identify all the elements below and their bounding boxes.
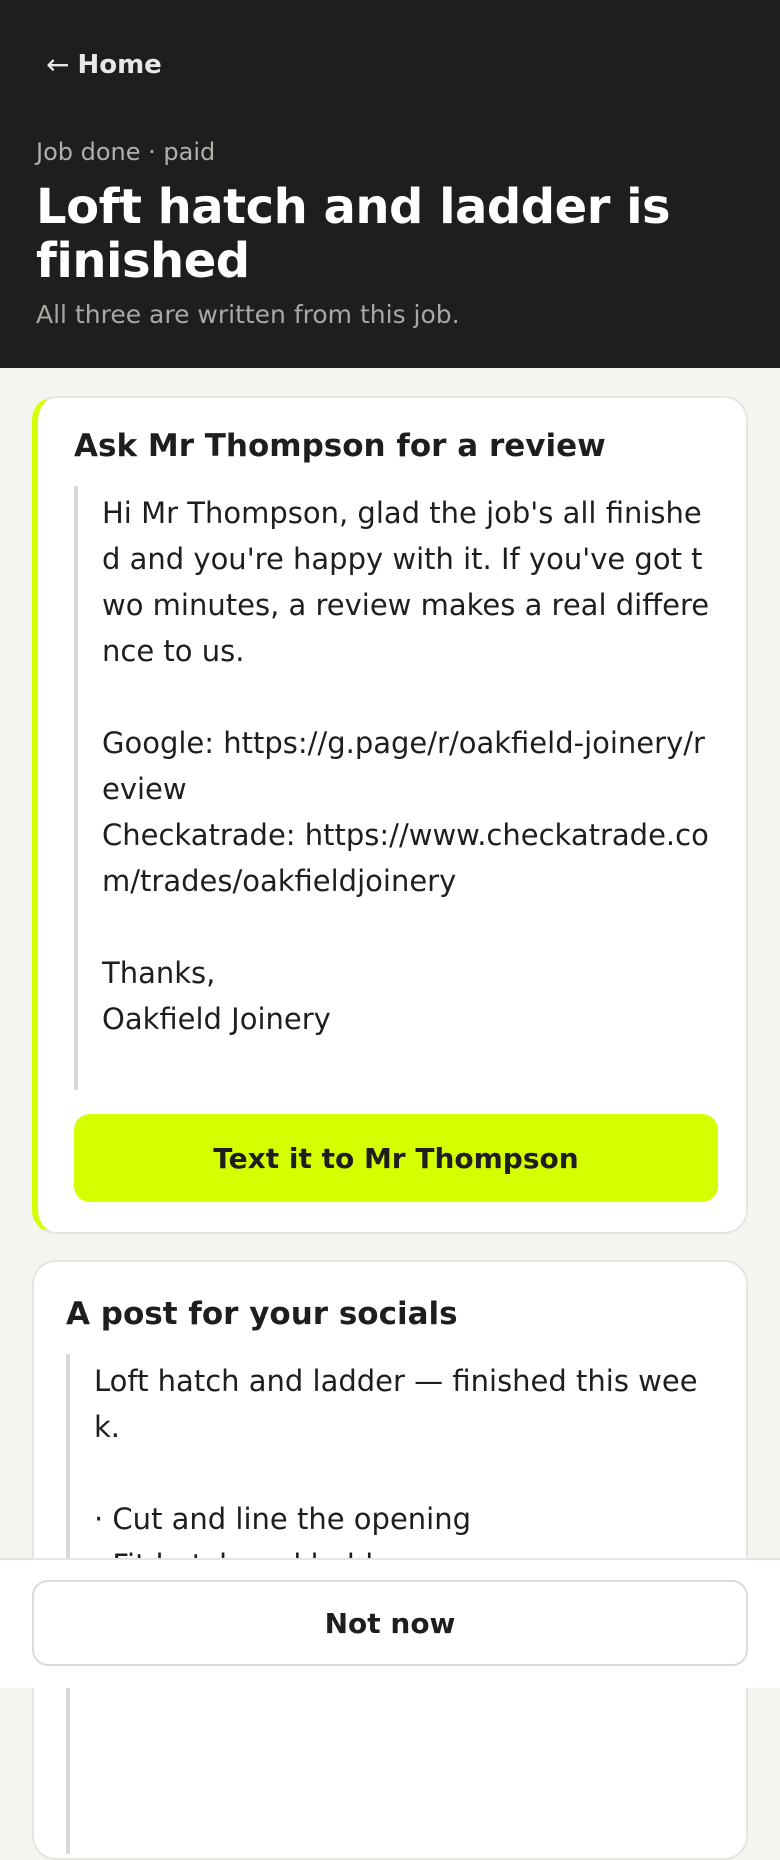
page-header: ← Home Job done · paid Loft hatch and la… <box>0 0 780 368</box>
page-title: Loft hatch and ladder is finished <box>36 179 671 289</box>
page-subtitle: All three are written from this job. <box>36 300 460 329</box>
text-customer-button[interactable]: Text it to Mr Thompson <box>74 1114 718 1202</box>
back-home-label: Home <box>77 49 162 80</box>
review-request-card: Ask Mr Thompson for a review Hi Mr Thomp… <box>32 396 748 1234</box>
back-home-link[interactable]: ← Home <box>46 48 162 81</box>
not-now-button[interactable]: Not now <box>32 1580 748 1666</box>
review-message-text: Hi Mr Thompson, glad the job's all finis… <box>74 486 714 1090</box>
back-arrow-icon: ← <box>46 48 70 81</box>
social-card-title: A post for your socials <box>66 1296 458 1332</box>
review-card-title: Ask Mr Thompson for a review <box>74 428 606 464</box>
job-status: Job done · paid <box>36 138 216 166</box>
bottom-action-bar: Not now <box>0 1558 780 1688</box>
